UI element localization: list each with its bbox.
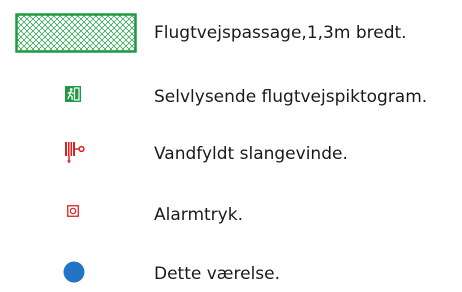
legend-label: Vandfyldt slangevinde.	[154, 144, 348, 164]
legend-item-this-room: Dette værelse.	[0, 252, 462, 292]
legend-label: Dette værelse.	[154, 264, 281, 284]
legend-item-alarm-button: Alarmtryk.	[0, 193, 462, 233]
legend-item-escape-passage: Flugtvejspassage,1,3m bredt.	[0, 13, 462, 53]
blue-dot-icon	[63, 261, 85, 283]
legend-item-exit-pictogram: Selvlysende flugtvejspiktogram.	[0, 75, 462, 115]
legend-label: Selvlysende flugtvejspiktogram.	[154, 87, 428, 107]
legend-label: Flugtvejspassage,1,3m bredt.	[154, 23, 407, 43]
legend: Flugtvejspassage,1,3m bredt. Selvlysende…	[0, 0, 462, 284]
legend-label: Alarmtryk.	[154, 205, 243, 225]
alarm-button-icon	[67, 205, 79, 217]
hatched-passage-swatch-icon	[15, 13, 137, 53]
legend-item-hose-reel: Vandfyldt slangevinde.	[0, 132, 462, 172]
running-man-exit-icon	[65, 86, 81, 102]
fire-hose-reel-icon	[65, 142, 85, 164]
